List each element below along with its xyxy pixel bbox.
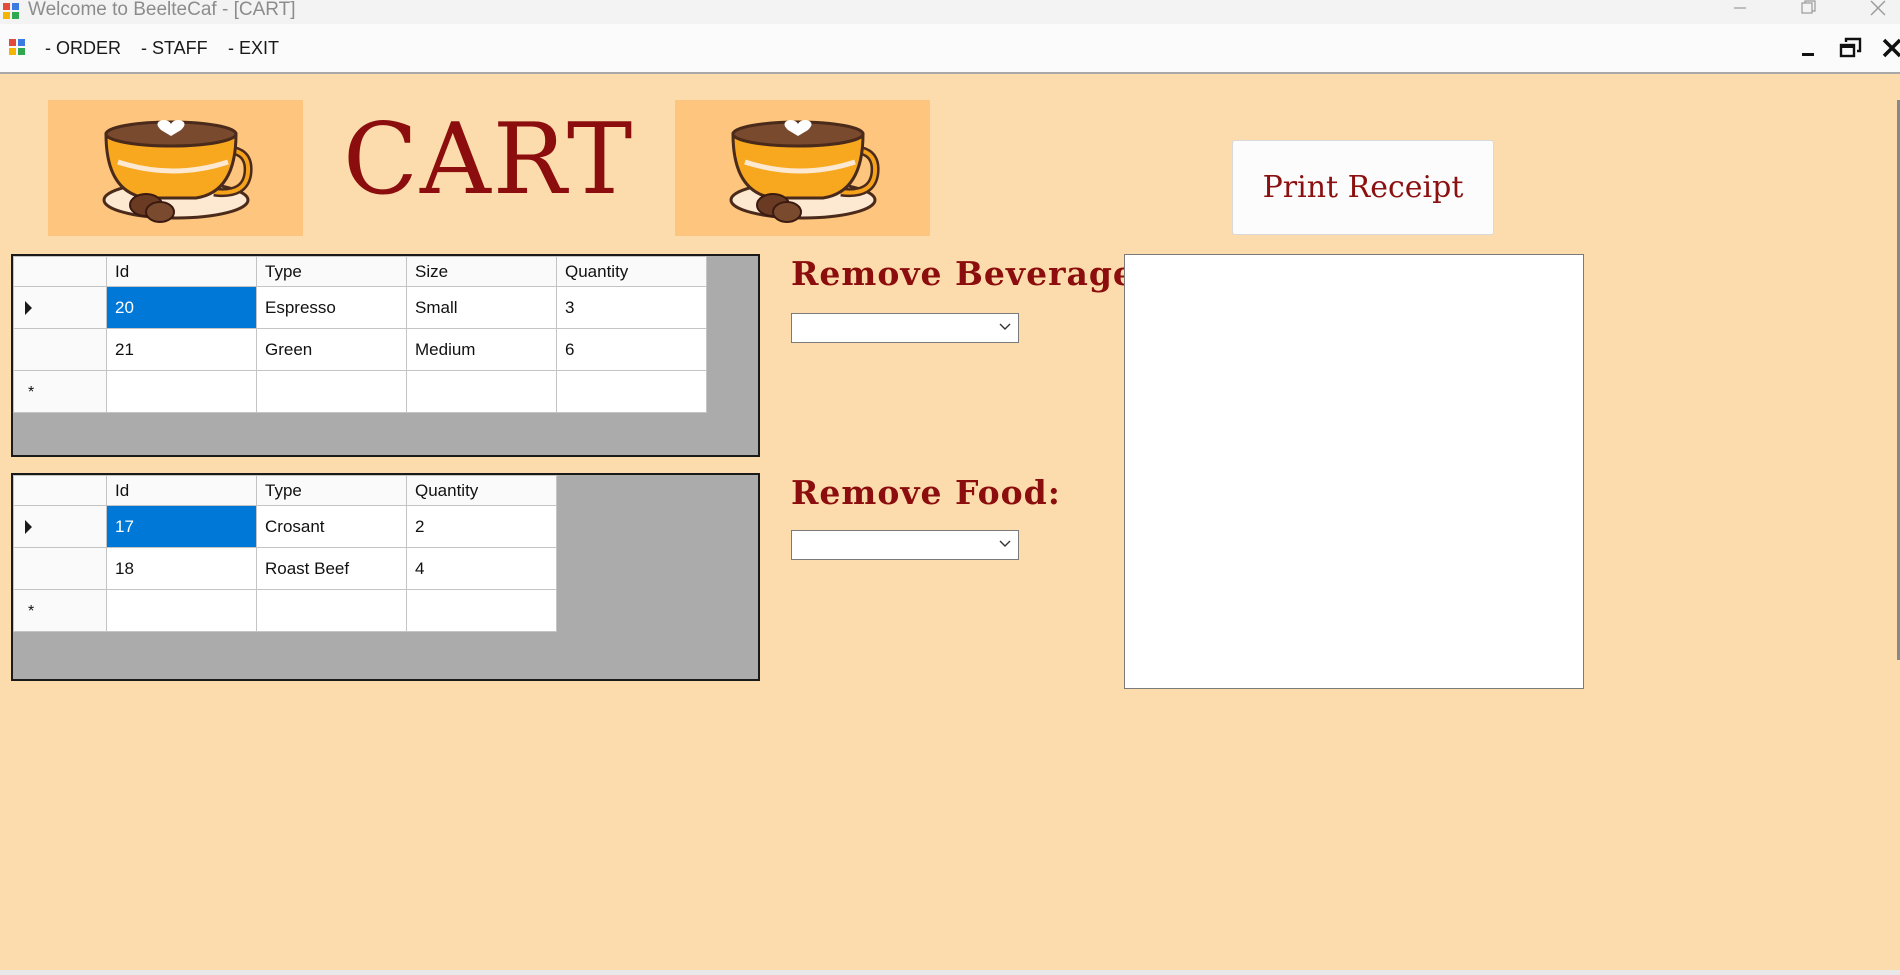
minimize-icon[interactable]: [1795, 34, 1823, 62]
coffee-cup-image: [48, 100, 303, 236]
row-header-corner: [13, 256, 107, 287]
row-header-new[interactable]: *: [13, 589, 107, 632]
print-receipt-button[interactable]: Print Receipt: [1232, 140, 1494, 235]
new-row[interactable]: *: [13, 589, 557, 632]
page-title: CART: [343, 103, 635, 217]
grid-header-row: Id Type Size Quantity: [13, 256, 707, 287]
cell-quantity[interactable]: [556, 370, 707, 413]
row-header-corner: [13, 475, 107, 506]
remove-beverage-select[interactable]: [791, 313, 1019, 343]
chevron-down-icon[interactable]: [998, 537, 1012, 551]
minimize-icon[interactable]: [1720, 0, 1760, 20]
cell-id[interactable]: [106, 589, 257, 632]
mdi-child-icon[interactable]: [8, 38, 26, 56]
row-header-current[interactable]: [13, 505, 107, 548]
column-header-quantity[interactable]: Quantity: [556, 256, 707, 287]
grid-header-row: Id Type Quantity: [13, 475, 557, 506]
row-header-current[interactable]: [13, 286, 107, 329]
table-row[interactable]: 21 Green Medium 6: [13, 328, 707, 371]
cell-id[interactable]: 18: [106, 547, 257, 590]
cell-quantity[interactable]: 2: [406, 505, 557, 548]
beverage-cart-grid[interactable]: Id Type Size Quantity 20 Espresso Small …: [11, 254, 760, 457]
column-header-id[interactable]: Id: [106, 475, 257, 506]
cell-id[interactable]: 17: [106, 505, 257, 548]
cell-size[interactable]: Medium: [406, 328, 557, 371]
column-header-type[interactable]: Type: [256, 475, 407, 506]
row-header-new[interactable]: *: [13, 370, 107, 413]
restore-icon[interactable]: [1837, 34, 1865, 62]
cell-id[interactable]: 20: [106, 286, 257, 329]
column-header-size[interactable]: Size: [406, 256, 557, 287]
window-title-bar: Welcome to BeelteCaf - [CART]: [0, 0, 1900, 24]
new-row-asterisk-icon: *: [28, 602, 35, 620]
cell-type[interactable]: Roast Beef: [256, 547, 407, 590]
coffee-cup-icon: [102, 120, 253, 223]
cell-size[interactable]: Small: [406, 286, 557, 329]
cell-id[interactable]: 21: [106, 328, 257, 371]
coffee-cup-image: [675, 100, 930, 236]
cell-size[interactable]: [406, 370, 557, 413]
new-row[interactable]: *: [13, 370, 707, 413]
chevron-down-icon[interactable]: [998, 320, 1012, 334]
menu-item-order[interactable]: - ORDER: [45, 38, 121, 59]
remove-food-select[interactable]: [791, 530, 1019, 560]
table-row[interactable]: 17 Crosant 2: [13, 505, 557, 548]
row-header[interactable]: [13, 328, 107, 371]
remove-beverage-label: Remove Beverage:: [791, 254, 1149, 293]
cell-quantity[interactable]: [406, 589, 557, 632]
cell-quantity[interactable]: 6: [556, 328, 707, 371]
menu-item-staff[interactable]: - STAFF: [141, 38, 208, 59]
menu-item-exit[interactable]: - EXIT: [228, 38, 279, 59]
app-icon: [3, 3, 19, 19]
row-header[interactable]: [13, 547, 107, 590]
column-header-id[interactable]: Id: [106, 256, 257, 287]
restore-icon[interactable]: [1788, 0, 1828, 20]
cell-type[interactable]: [256, 589, 407, 632]
window-bottom-edge: [0, 970, 1900, 975]
food-cart-grid[interactable]: Id Type Quantity 17 Crosant 2 18 Roast B…: [11, 473, 760, 681]
cell-quantity[interactable]: 3: [556, 286, 707, 329]
cell-type[interactable]: Green: [256, 328, 407, 371]
close-icon[interactable]: [1858, 0, 1898, 20]
menu-bar: - ORDER - STAFF - EXIT: [0, 24, 1900, 74]
new-row-asterisk-icon: *: [28, 383, 35, 401]
receipt-textbox[interactable]: [1124, 254, 1584, 689]
current-row-arrow-icon: [25, 301, 32, 316]
cell-quantity[interactable]: 4: [406, 547, 557, 590]
remove-food-label: Remove Food:: [791, 473, 1061, 512]
cell-type[interactable]: Crosant: [256, 505, 407, 548]
close-icon[interactable]: [1878, 34, 1900, 62]
current-row-arrow-icon: [25, 520, 32, 535]
column-header-type[interactable]: Type: [256, 256, 407, 287]
cell-type[interactable]: [256, 370, 407, 413]
column-header-quantity[interactable]: Quantity: [406, 475, 557, 506]
table-row[interactable]: 18 Roast Beef 4: [13, 547, 557, 590]
cell-id[interactable]: [106, 370, 257, 413]
table-row[interactable]: 20 Espresso Small 3: [13, 286, 707, 329]
cell-type[interactable]: Espresso: [256, 286, 407, 329]
window-title: Welcome to BeelteCaf - [CART]: [28, 0, 296, 20]
coffee-cup-icon: [729, 120, 880, 223]
